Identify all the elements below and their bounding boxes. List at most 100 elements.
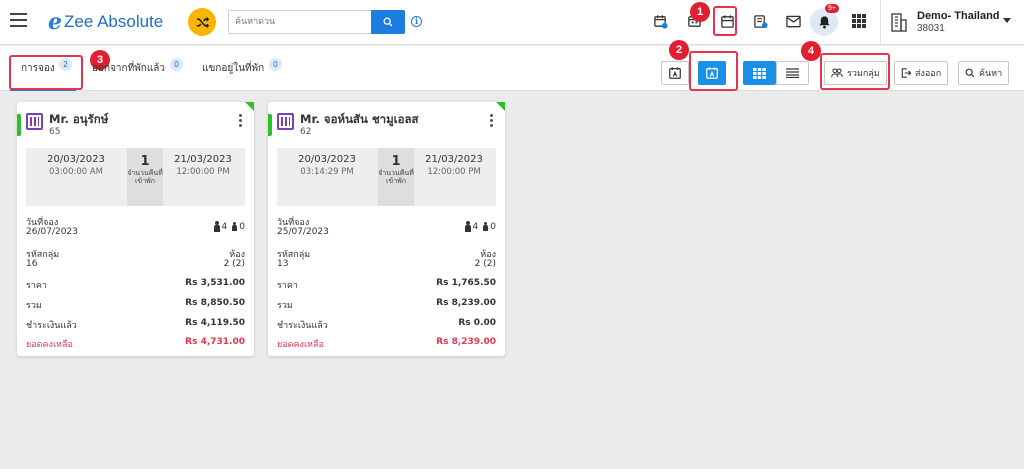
marker-4: 4: [801, 41, 821, 61]
departure: 21/03/2023 12:00:00 PM: [409, 148, 499, 177]
total-value: Rs 8,850.50: [185, 298, 245, 308]
total-value: Rs 8,239.00: [436, 298, 496, 308]
list-icon: [786, 68, 799, 78]
guest-number: 65: [49, 127, 61, 137]
grid-icon: [753, 67, 766, 79]
status-indicator: [17, 114, 21, 136]
booking-date: 25/07/2023: [277, 227, 329, 237]
building-icon: [891, 13, 907, 32]
total-label: รวม: [26, 301, 42, 311]
divider: [880, 0, 881, 45]
property-id: 38031: [917, 23, 945, 34]
departure: 21/03/2023 12:00:00 PM: [158, 148, 248, 177]
search-button[interactable]: [371, 10, 405, 34]
export-button[interactable]: ส่งออก: [894, 61, 949, 85]
tab-count-badge: 0: [170, 58, 183, 71]
departure-time: 12:00:00 PM: [176, 167, 230, 177]
adult-icon: [464, 221, 471, 232]
menu-icon[interactable]: [10, 13, 27, 27]
export-label: ส่งออก: [915, 69, 942, 79]
apps-grid-icon[interactable]: [852, 14, 866, 28]
adult-count: 4: [472, 221, 479, 232]
mail-icon[interactable]: [784, 12, 802, 30]
guest-number: 62: [300, 127, 312, 137]
arrival-time: 03:14:29 PM: [300, 167, 354, 177]
booking-date: 26/07/2023: [26, 227, 78, 237]
departure-time: 12:00:00 PM: [427, 167, 481, 177]
balance-value: Rs 4,731.00: [185, 337, 245, 347]
reservation-card[interactable]: Mr. จอห์นสัน ชามูเอลส 62 20/03/2023 03:1…: [268, 102, 505, 356]
balance-value: Rs 8,239.00: [436, 337, 496, 347]
chevron-down-icon[interactable]: [1003, 18, 1011, 23]
tab-in-house[interactable]: แขกอยู่ในที่พัก: [202, 46, 264, 91]
rooms-count: 2 (2): [223, 259, 245, 269]
search-icon: [383, 17, 393, 27]
property-name: Demo- Thailand: [917, 10, 1000, 22]
group-code: 13: [277, 259, 289, 269]
export-icon: [901, 68, 911, 78]
price-label: ราคา: [277, 281, 298, 291]
departure-date: 21/03/2023: [425, 154, 483, 165]
property-selector[interactable]: Demo- Thailand 38031: [890, 10, 1000, 34]
adult-icon: [213, 221, 220, 232]
search-label: ค้นหา: [979, 69, 1003, 79]
child-icon: [483, 222, 489, 231]
top-bar: e Zee Absolute i 1 9+ Demo- Thailand 380…: [0, 0, 1024, 45]
info-icon[interactable]: i: [411, 16, 422, 27]
adult-count: 4: [221, 221, 228, 232]
highlight-reservations-tab: [9, 55, 83, 90]
highlight-group-button: [820, 53, 890, 90]
tab-checked-out[interactable]: ออกจากที่พักแล้ว: [92, 46, 165, 91]
notification-badge: 9+: [825, 4, 839, 13]
more-options-icon[interactable]: [490, 114, 493, 129]
highlight-calendar: [713, 6, 737, 36]
departure-date: 21/03/2023: [174, 154, 232, 165]
highlight-view-toggle: [689, 51, 738, 91]
grid-view-button[interactable]: [743, 61, 776, 85]
room-type-icon: [26, 113, 43, 130]
paid-label: ชำระเงินแล้ว: [26, 321, 77, 331]
total-label: รวม: [277, 301, 293, 311]
calendar-person-icon: [669, 67, 681, 79]
stay-dates: 20/03/2023 03:00:00 AM 1 จำนวนคืนที่เข้า…: [26, 148, 245, 206]
status-indicator: [268, 114, 272, 136]
invoice-icon[interactable]: [751, 12, 769, 30]
app-name: Zee Absolute: [64, 12, 164, 31]
tab-label: ออกจากที่พักแล้ว: [92, 63, 166, 74]
paid-value: Rs 4,119.50: [185, 318, 245, 328]
price-value: Rs 1,765.50: [436, 278, 496, 288]
arrival-date: 20/03/2023: [47, 154, 105, 165]
search-icon: [965, 68, 975, 78]
paid-value: Rs 0.00: [458, 318, 496, 328]
balance-label: ยอดคงเหลือ: [277, 340, 324, 350]
logo-mark: e: [48, 9, 62, 35]
calendar-add-icon[interactable]: [651, 12, 669, 30]
stay-dates: 20/03/2023 03:14:29 PM 1 จำนวนคืนที่เข้า…: [277, 148, 496, 206]
arrival: 20/03/2023 03:14:29 PM: [277, 148, 377, 177]
arrival-view-button[interactable]: [661, 61, 689, 85]
pax-count: 4 0: [213, 221, 245, 232]
group-code: 16: [26, 259, 38, 269]
app-logo[interactable]: e Zee Absolute: [48, 9, 163, 35]
arrival-date: 20/03/2023: [298, 154, 356, 165]
status-corner: [245, 102, 254, 111]
balance-label: ยอดคงเหลือ: [26, 340, 73, 350]
price-label: ราคา: [26, 281, 47, 291]
arrival-time: 03:00:00 AM: [48, 167, 104, 177]
reservation-card[interactable]: Mr. อนุรักษ์ 65 20/03/2023 03:00:00 AM 1…: [17, 102, 254, 356]
list-view-button[interactable]: [776, 61, 809, 85]
status-corner: [496, 102, 505, 111]
search-filter-button[interactable]: ค้นหา: [958, 61, 1010, 85]
marker-2: 2: [669, 40, 689, 60]
price-value: Rs 3,531.00: [185, 278, 245, 288]
shuffle-button[interactable]: [188, 8, 216, 36]
child-count: 0: [239, 221, 245, 232]
quick-search-input[interactable]: [228, 10, 371, 34]
guest-name[interactable]: Mr. จอห์นสัน ชามูเอลส: [300, 111, 419, 129]
room-type-icon: [277, 113, 294, 130]
child-count: 0: [490, 221, 496, 232]
rooms-count: 2 (2): [474, 259, 496, 269]
tab-count-badge: 0: [269, 58, 282, 71]
arrival: 20/03/2023 03:00:00 AM: [26, 148, 126, 177]
more-options-icon[interactable]: [239, 114, 242, 129]
